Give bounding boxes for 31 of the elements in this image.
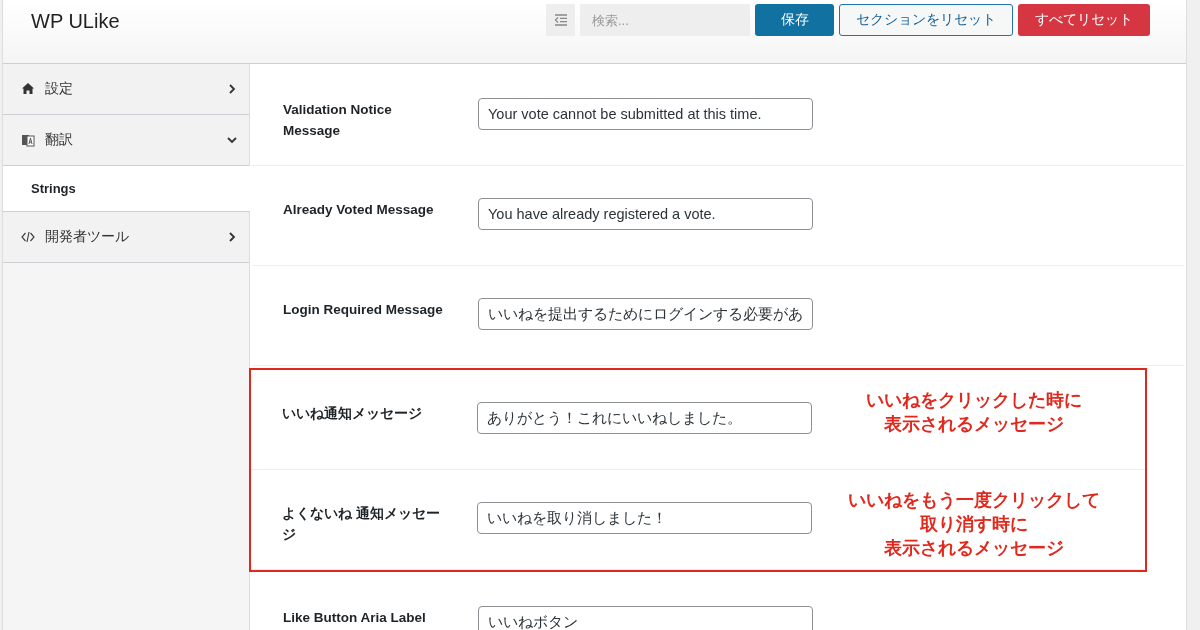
field-label: Validation Notice Message: [283, 101, 393, 140]
annotation-text: いいねをクリックした時に: [865, 389, 1082, 412]
collapse-toggle[interactable]: [546, 4, 575, 36]
annotation-text: 取り消す時に: [919, 513, 1028, 536]
translate-icon: [21, 133, 35, 147]
field-label: よくないね 通知メッセージ: [282, 505, 441, 544]
field-label: Like Button Aria Label: [283, 609, 427, 627]
chevron-right-icon: [227, 232, 237, 242]
sidebar-subitem[interactable]: Strings: [3, 166, 250, 212]
annotation-text: いいねをもう一度クリックして: [847, 489, 1100, 512]
app-title: WP ULike: [31, 10, 121, 33]
outline-button[interactable]: セクションをリセット: [839, 4, 1013, 36]
home-icon: [21, 82, 35, 96]
chevron-down-icon: [227, 135, 237, 145]
code-icon: [21, 230, 35, 244]
text-field[interactable]: ありがとう！これにいいねしました。: [477, 402, 812, 434]
field-label: いいね通知メッセージ: [282, 405, 423, 423]
text-field[interactable]: Your vote cannot be submitted at this time.: [478, 98, 813, 130]
field-label: Login Required Message: [283, 301, 444, 319]
danger-button[interactable]: すべてリセット: [1018, 4, 1150, 36]
field-label: Already Voted Message: [283, 201, 435, 219]
annotation-text: 表示されるメッセージ: [883, 537, 1064, 560]
text-field[interactable]: いいねを提出するためにログインする必要があ: [478, 298, 813, 330]
outdent-icon: [553, 14, 568, 26]
chevron-right-icon: [227, 84, 237, 94]
text-field[interactable]: You have already registered a vote.: [478, 198, 813, 230]
annotation-text: 表示されるメッセージ: [883, 413, 1064, 436]
text-field[interactable]: いいねボタン: [478, 606, 813, 630]
text-field[interactable]: いいねを取り消しました！: [477, 502, 812, 534]
search-field[interactable]: 検索...: [580, 4, 750, 36]
primary-button[interactable]: 保存: [755, 4, 834, 36]
